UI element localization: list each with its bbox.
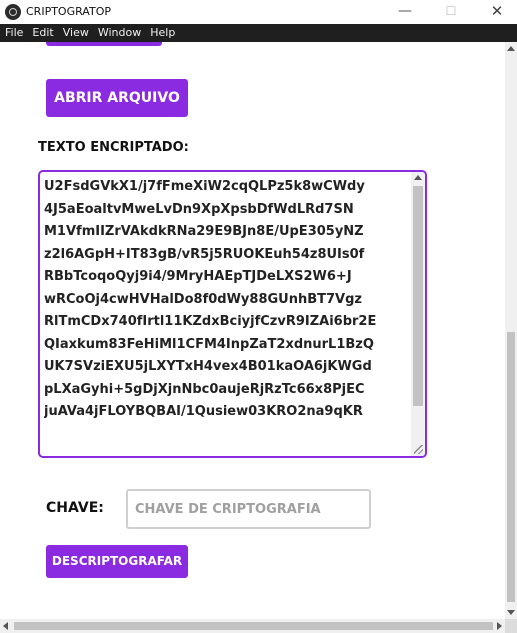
open-file-button[interactable]: ABRIR ARQUIVO — [46, 79, 188, 117]
menu-help[interactable]: Help — [145, 24, 179, 42]
window-vertical-scrollbar[interactable] — [505, 42, 517, 619]
menu-bar: File Edit View Window Help — [0, 24, 517, 42]
partially-hidden-button[interactable] — [46, 42, 162, 46]
key-input[interactable] — [126, 489, 371, 529]
encrypted-text-area[interactable]: U2FsdGVkX1/j7fFmeXiW2cqQLPz5k8wCWdy 4J5a… — [38, 170, 427, 458]
scrollbar-corner — [505, 619, 517, 633]
horizontal-scroll-thumb[interactable] — [14, 622, 493, 630]
textarea-scrollbar[interactable] — [411, 172, 425, 456]
maximize-button[interactable]: ☐ — [428, 0, 474, 24]
scroll-up-arrow-icon[interactable] — [507, 46, 515, 51]
menu-file[interactable]: File — [0, 24, 27, 42]
minimize-button[interactable]: — — [382, 0, 428, 24]
menu-edit[interactable]: Edit — [27, 24, 57, 42]
decrypt-button[interactable]: DESCRIPTOGRAFAR — [46, 545, 188, 578]
key-label: CHAVE: — [46, 500, 104, 516]
scroll-right-arrow-icon[interactable] — [497, 622, 502, 630]
scroll-up-arrow-icon[interactable] — [414, 175, 422, 180]
encrypted-text-label: TEXTO ENCRIPTADO: — [38, 140, 189, 155]
resize-grip-icon[interactable] — [414, 445, 423, 454]
menu-view[interactable]: View — [58, 24, 93, 42]
window-title: CRIPTOGRATOP — [26, 5, 111, 18]
main-content: ABRIR ARQUIVO TEXTO ENCRIPTADO: U2FsdGVk… — [0, 42, 505, 619]
window-horizontal-scrollbar[interactable] — [0, 619, 505, 633]
close-button[interactable]: ✕ — [474, 0, 517, 24]
scroll-down-arrow-icon[interactable] — [507, 610, 515, 615]
encrypted-text-content[interactable]: U2FsdGVkX1/j7fFmeXiW2cqQLPz5k8wCWdy 4J5a… — [44, 176, 410, 456]
menu-window[interactable]: Window — [93, 24, 145, 42]
title-bar: CRIPTOGRATOP — ☐ ✕ — [0, 0, 517, 24]
scroll-left-arrow-icon[interactable] — [3, 622, 8, 630]
app-logo-icon — [5, 4, 21, 20]
textarea-scroll-thumb[interactable] — [413, 186, 423, 406]
vertical-scroll-thumb[interactable] — [507, 332, 515, 602]
